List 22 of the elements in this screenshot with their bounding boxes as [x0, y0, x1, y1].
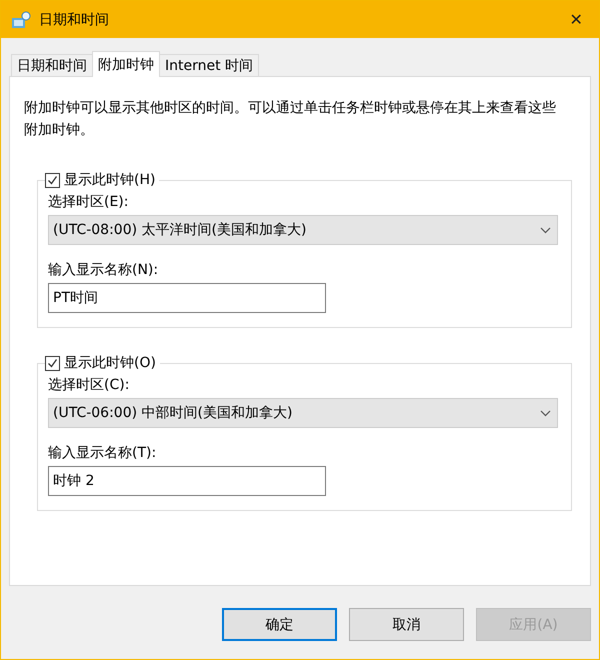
input-field[interactable]: 时钟 2	[48, 466, 326, 496]
chevron-down-icon	[540, 226, 551, 234]
field-label: 选择时区(C):	[48, 376, 130, 394]
field-label: 选择时区(E):	[48, 193, 130, 211]
input-field[interactable]: PT时间	[48, 283, 326, 313]
dialog-button[interactable]: 确定	[222, 608, 337, 641]
tab[interactable]: Internet 时间	[159, 54, 260, 76]
dialog-button[interactable]: 取消	[349, 608, 464, 641]
tab[interactable]: 附加时钟	[92, 51, 160, 77]
checkbox-label: 显示此时钟(H)	[64, 171, 156, 189]
close-button[interactable]: ✕	[553, 1, 599, 38]
description-text: 附加时钟可以显示其他时区的时间。可以通过单击任务栏时钟或悬停在其上来查看这些附加时钟。	[24, 99, 557, 140]
timezone-dropdown[interactable]: (UTC-08:00) 太平洋时间(美国和加拿大)	[48, 215, 558, 245]
checkbox-label: 显示此时钟(O)	[64, 354, 156, 372]
chevron-down-icon	[540, 410, 551, 416]
timezone-dropdown[interactable]: (UTC-06:00) 中部时间(美国和加拿大)	[48, 398, 558, 428]
checkbox[interactable]	[45, 172, 60, 188]
field-label: 输入显示名称(N):	[48, 261, 160, 279]
field-label: 输入显示名称(T):	[48, 444, 158, 462]
window-title: 日期和时间	[39, 10, 110, 28]
checkbox[interactable]	[45, 356, 60, 370]
tab[interactable]: 日期和时间	[11, 54, 93, 76]
